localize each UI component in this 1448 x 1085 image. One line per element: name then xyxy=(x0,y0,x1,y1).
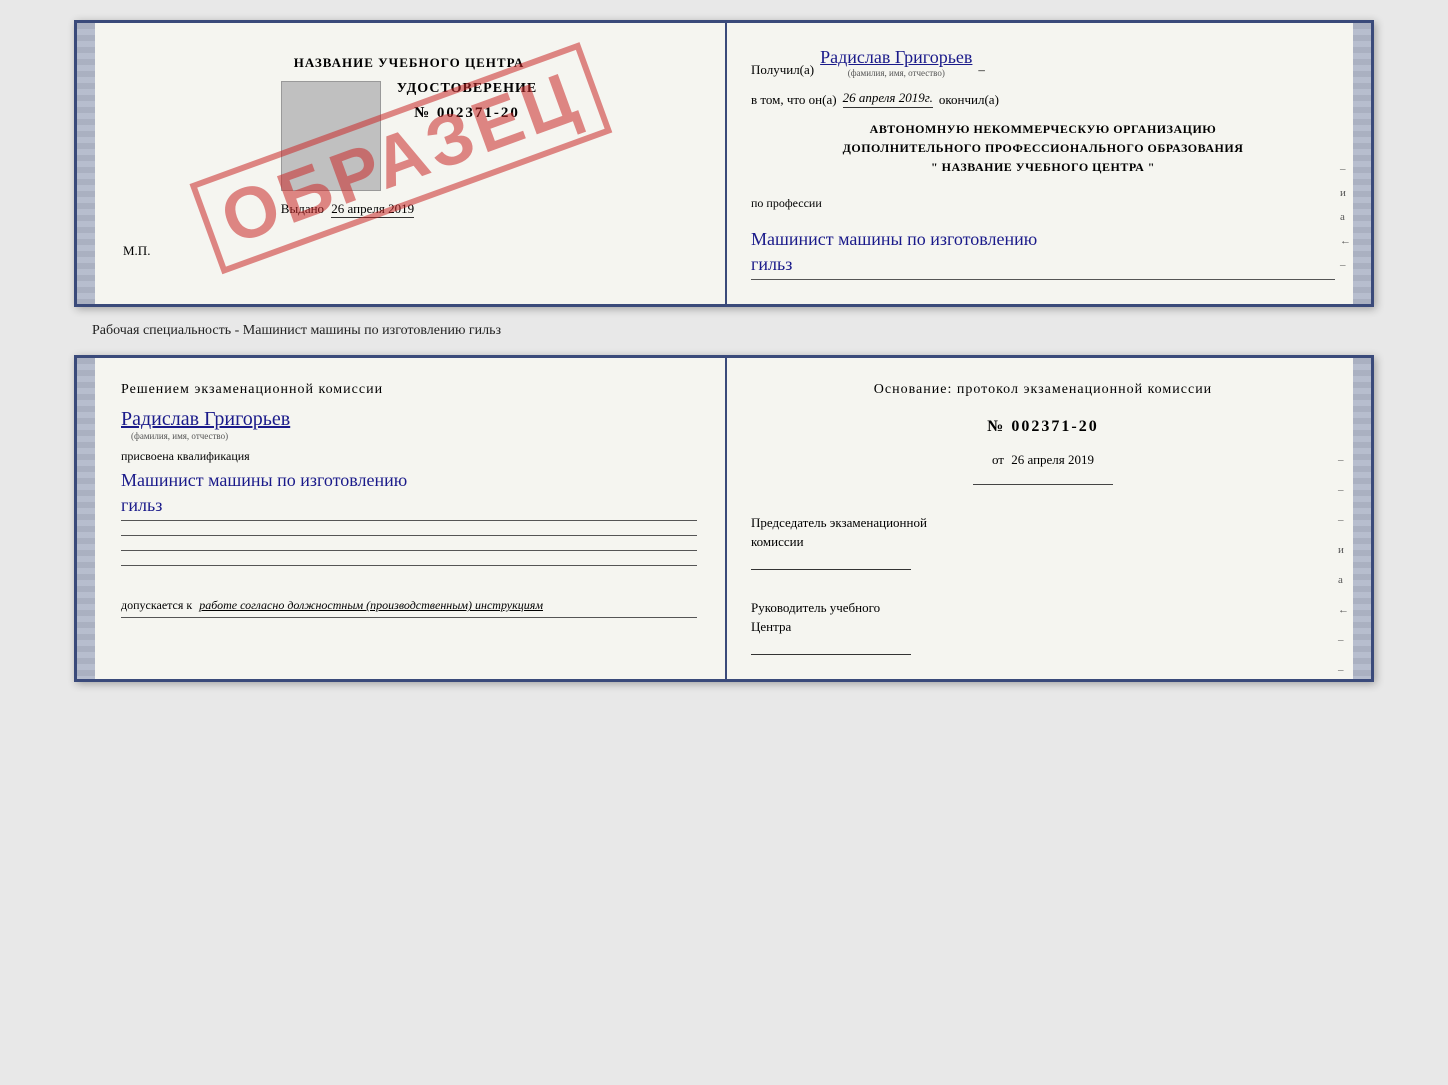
predsedatel-signature xyxy=(751,556,911,570)
resheniem-title: Решением экзаменационной комиссии xyxy=(121,382,697,398)
org-block: АВТОНОМНУЮ НЕКОММЕРЧЕСКУЮ ОРГАНИЗАЦИЮ ДО… xyxy=(751,120,1335,178)
top-doc-left: НАЗВАНИЕ УЧЕБНОГО ЦЕНТРА УДОСТОВЕРЕНИЕ №… xyxy=(77,23,727,304)
vtom-row: в том, что он(а) 26 апреля 2019г. окончи… xyxy=(751,90,1335,108)
ot-row: от 26 апреля 2019 xyxy=(751,452,1335,468)
org-line2: ДОПОЛНИТЕЛЬНОГО ПРОФЕССИОНАЛЬНОГО ОБРАЗО… xyxy=(751,139,1335,158)
top-doc-right: Получил(а) Радислав Григорьев (фамилия, … xyxy=(727,23,1371,304)
profession-text: Машинист машины по изготовлению гильз xyxy=(751,227,1335,280)
between-label: Рабочая специальность - Машинист машины … xyxy=(92,323,501,339)
field-line-2 xyxy=(121,550,697,551)
mp-label: М.П. xyxy=(113,243,150,259)
side-marks-top: – и а ← – xyxy=(1340,163,1351,271)
rukovoditel-block: Руководитель учебного Центра xyxy=(751,598,1335,655)
vtom-date: 26 апреля 2019г. xyxy=(843,90,933,108)
org-line1: АВТОНОМНУЮ НЕКОММЕРЧЕСКУЮ ОРГАНИЗАЦИЮ xyxy=(751,120,1335,139)
predsedatel-block: Председатель экзаменационной комиссии xyxy=(751,513,1335,570)
vibano-prefix: Выдано xyxy=(281,201,324,216)
school-name-top: НАЗВАНИЕ УЧЕБНОГО ЦЕНТРА xyxy=(281,55,537,71)
name-sublabel: (фамилия, имя, отчество) xyxy=(848,68,945,78)
field-line-1 xyxy=(121,535,697,536)
ot-prefix: от xyxy=(992,452,1004,467)
dash: – xyxy=(978,62,985,78)
vibano-row: Выдано 26 апреля 2019 xyxy=(281,201,537,217)
side-marks-bottom-right: – – – и а ← – – – – xyxy=(1338,454,1349,679)
recipient-name: Радислав Григорьев xyxy=(820,47,972,68)
rukovoditel-signature xyxy=(751,641,911,655)
vibano-date: 26 апреля 2019 xyxy=(331,201,414,218)
rukovoditel-line2: Центра xyxy=(751,617,1335,637)
vtom-prefix: в том, что он(а) xyxy=(751,92,837,108)
osnovanie-title: Основание: протокол экзаменационной коми… xyxy=(751,382,1335,398)
bottom-name-sublabel: (фамилия, имя, отчество) xyxy=(131,431,228,441)
field-line-3 xyxy=(121,565,697,566)
cert-number-top: № 002371-20 xyxy=(397,105,537,122)
rukovoditel-line1: Руководитель учебного xyxy=(751,598,1335,618)
dopuskaetsya-prefix: допускается к xyxy=(121,598,192,612)
vtom-suffix: окончил(а) xyxy=(939,92,999,108)
field-line-4 xyxy=(121,617,697,618)
bottom-qualification: Машинист машины по изготовлению гильз xyxy=(121,468,697,521)
poluchil-row: Получил(а) Радислав Григорьев (фамилия, … xyxy=(751,47,1335,78)
photo-placeholder xyxy=(281,81,381,191)
bottom-recipient-name: Радислав Григорьев xyxy=(121,408,290,431)
org-line3: " НАЗВАНИЕ УЧЕБНОГО ЦЕНТРА " xyxy=(751,158,1335,177)
dopuskaetsya-text: работе согласно должностным (производств… xyxy=(199,598,543,612)
predsedatel-line1: Председатель экзаменационной xyxy=(751,513,1335,533)
prisvoena-label: присвоена квалификация xyxy=(121,449,697,464)
predsedatel-line2: комиссии xyxy=(751,532,1335,552)
bottom-cert-number: № 002371-20 xyxy=(751,418,1335,436)
dopuskaetsya-row: допускается к работе согласно должностны… xyxy=(121,568,697,613)
bottom-doc-left: Решением экзаменационной комиссии Радисл… xyxy=(77,358,727,679)
top-document: НАЗВАНИЕ УЧЕБНОГО ЦЕНТРА УДОСТОВЕРЕНИЕ №… xyxy=(74,20,1374,307)
bottom-document: Решением экзаменационной комиссии Радисл… xyxy=(74,355,1374,682)
bottom-doc-right: Основание: протокол экзаменационной коми… xyxy=(727,358,1371,679)
udostoverenie-label: УДОСТОВЕРЕНИЕ xyxy=(397,81,537,97)
poluchil-prefix: Получил(а) xyxy=(751,62,814,78)
profession-label: по профессии xyxy=(751,196,1335,211)
ot-date: 26 апреля 2019 xyxy=(1011,452,1094,467)
